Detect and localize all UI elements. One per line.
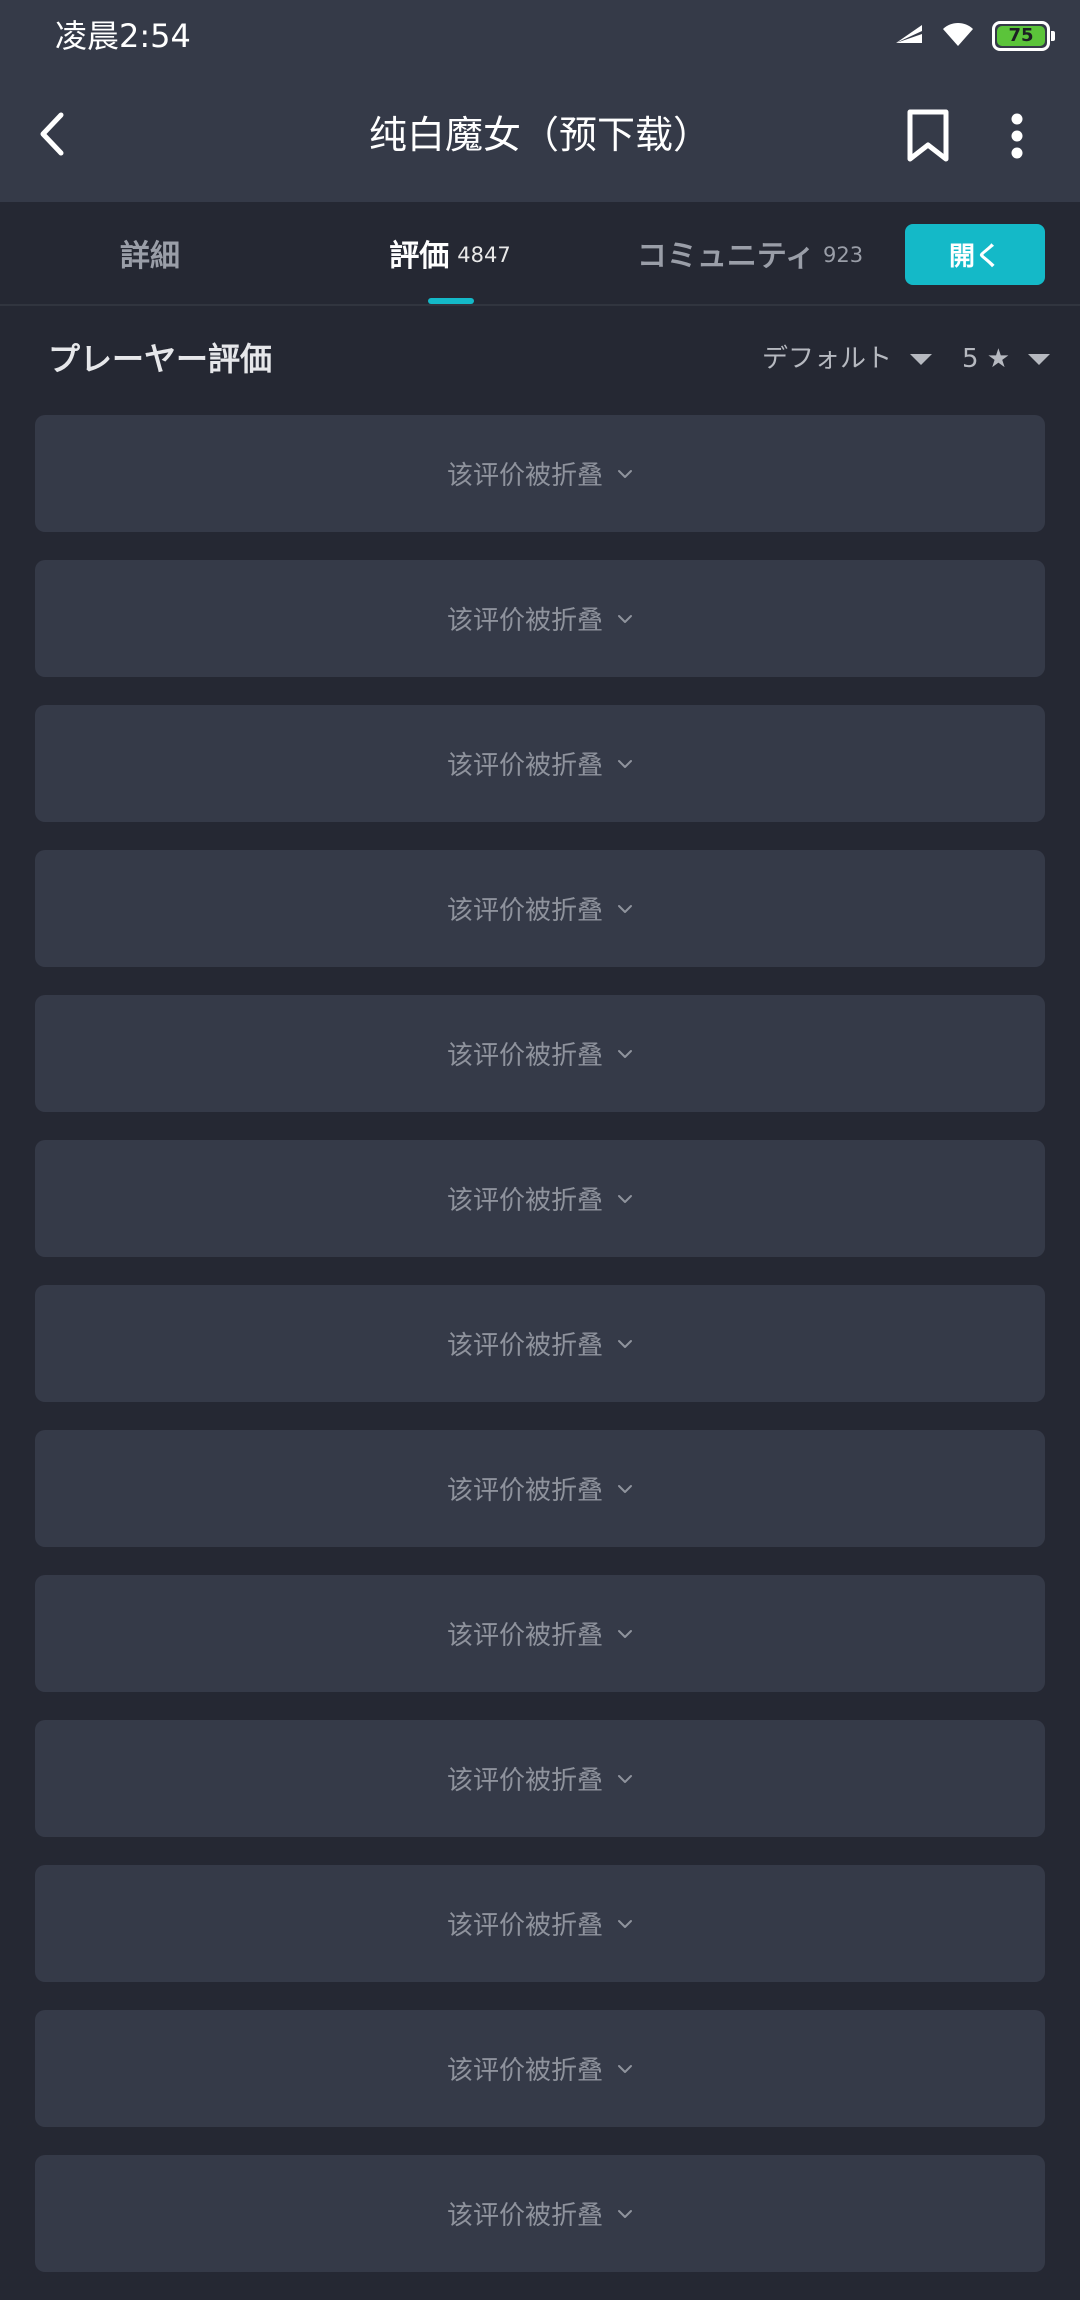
caret-down-icon <box>1028 353 1051 365</box>
status-icons: 75 <box>894 18 1055 54</box>
collapsed-review-label: 该评价被折叠 <box>446 1476 603 1506</box>
open-button[interactable]: 開く <box>905 224 1045 285</box>
active-tab-indicator <box>428 298 474 304</box>
collapsed-review-label: 该评价被折叠 <box>446 1621 603 1651</box>
star-filter-label: 5 ★ <box>962 344 1011 374</box>
chevron-down-icon <box>617 1484 633 1494</box>
back-button[interactable] <box>30 106 74 162</box>
chevron-down-icon <box>617 1194 633 1204</box>
collapsed-review-card[interactable]: 该评价被折叠 <box>35 2010 1045 2127</box>
collapsed-review-label: 该评价被折叠 <box>446 461 603 491</box>
tab-bar: 詳細 評価 4847 コミュニティ 923 開く <box>0 202 1080 306</box>
more-vertical-icon <box>1011 113 1023 159</box>
collapsed-review-card[interactable]: 该评价被折叠 <box>35 995 1045 1112</box>
collapsed-review-label: 该评价被折叠 <box>446 606 603 636</box>
collapsed-review-label: 该评价被折叠 <box>446 896 603 926</box>
chevron-down-icon <box>617 904 633 914</box>
tab-reviews-count: 4847 <box>457 243 511 267</box>
battery-level: 75 <box>1008 25 1034 46</box>
collapsed-review-card[interactable]: 该评价被折叠 <box>35 2155 1045 2272</box>
wifi-icon <box>942 21 974 51</box>
more-options-button[interactable] <box>992 108 1042 164</box>
status-time: 凌晨2:54 <box>55 17 191 55</box>
review-list: 该评价被折叠 该评价被折叠 该评价被折叠 该评价被折叠 该评价被折叠 该评价被折叠 该评价被… <box>35 415 1045 2300</box>
collapsed-review-card[interactable]: 该评价被折叠 <box>35 705 1045 822</box>
page-title: 纯白魔女（预下载） <box>368 113 711 157</box>
tab-community-label: コミュニティ <box>636 239 816 274</box>
collapsed-review-card[interactable]: 该评价被折叠 <box>35 1865 1045 1982</box>
chevron-down-icon <box>617 614 633 624</box>
battery-icon: 75 <box>992 21 1055 51</box>
chevron-down-icon <box>617 1629 633 1639</box>
tab-community[interactable]: コミュニティ 923 <box>630 202 870 304</box>
back-icon <box>40 112 64 156</box>
star-filter-dropdown[interactable]: 5 ★ <box>962 342 1051 376</box>
collapsed-review-card[interactable]: 该评价被折叠 <box>35 850 1045 967</box>
tab-details-label: 詳細 <box>120 239 180 274</box>
chevron-down-icon <box>617 2209 633 2219</box>
collapsed-review-label: 该评价被折叠 <box>446 1911 603 1941</box>
collapsed-review-card[interactable]: 该评价被折叠 <box>35 560 1045 677</box>
chevron-down-icon <box>617 1774 633 1784</box>
collapsed-review-label: 该评价被折叠 <box>446 751 603 781</box>
caret-down-icon <box>910 353 933 365</box>
signal-icon <box>894 23 924 49</box>
chevron-down-icon <box>617 1049 633 1059</box>
bookmark-icon <box>907 109 949 162</box>
chevron-down-icon <box>617 469 633 479</box>
collapsed-review-label: 该评价被折叠 <box>446 1766 603 1796</box>
chevron-down-icon <box>617 1339 633 1349</box>
bookmark-button[interactable] <box>900 108 956 164</box>
sort-dropdown[interactable]: デフォルト <box>762 342 933 376</box>
tab-community-count: 923 <box>823 243 864 267</box>
collapsed-review-card[interactable]: 该评价被折叠 <box>35 1720 1045 1837</box>
collapsed-review-card[interactable]: 该评价被折叠 <box>35 1430 1045 1547</box>
tab-details[interactable]: 詳細 <box>50 202 250 304</box>
sort-label: デフォルト <box>762 344 893 374</box>
collapsed-review-card[interactable]: 该评价被折叠 <box>35 1140 1045 1257</box>
collapsed-review-label: 该评价被折叠 <box>446 2201 603 2231</box>
reviews-title: プレーヤー評価 <box>48 340 273 378</box>
collapsed-review-card[interactable]: 该评价被折叠 <box>35 415 1045 532</box>
chevron-down-icon <box>617 1919 633 1929</box>
app-header: 凌晨2:54 75 纯白魔女（预下载） <box>0 0 1080 202</box>
reviews-header: プレーヤー評価 デフォルト 5 ★ <box>0 306 1080 410</box>
tab-reviews-label: 評価 <box>389 239 450 274</box>
collapsed-review-label: 该评价被折叠 <box>446 1331 603 1361</box>
tab-reviews[interactable]: 評価 4847 <box>340 202 560 304</box>
chevron-down-icon <box>617 2064 633 2074</box>
collapsed-review-card[interactable]: 该评价被折叠 <box>35 1575 1045 1692</box>
collapsed-review-label: 该评价被折叠 <box>446 2056 603 2086</box>
collapsed-review-label: 该评价被折叠 <box>446 1186 603 1216</box>
collapsed-review-label: 该评价被折叠 <box>446 1041 603 1071</box>
chevron-down-icon <box>617 759 633 769</box>
collapsed-review-card[interactable]: 该评价被折叠 <box>35 1285 1045 1402</box>
